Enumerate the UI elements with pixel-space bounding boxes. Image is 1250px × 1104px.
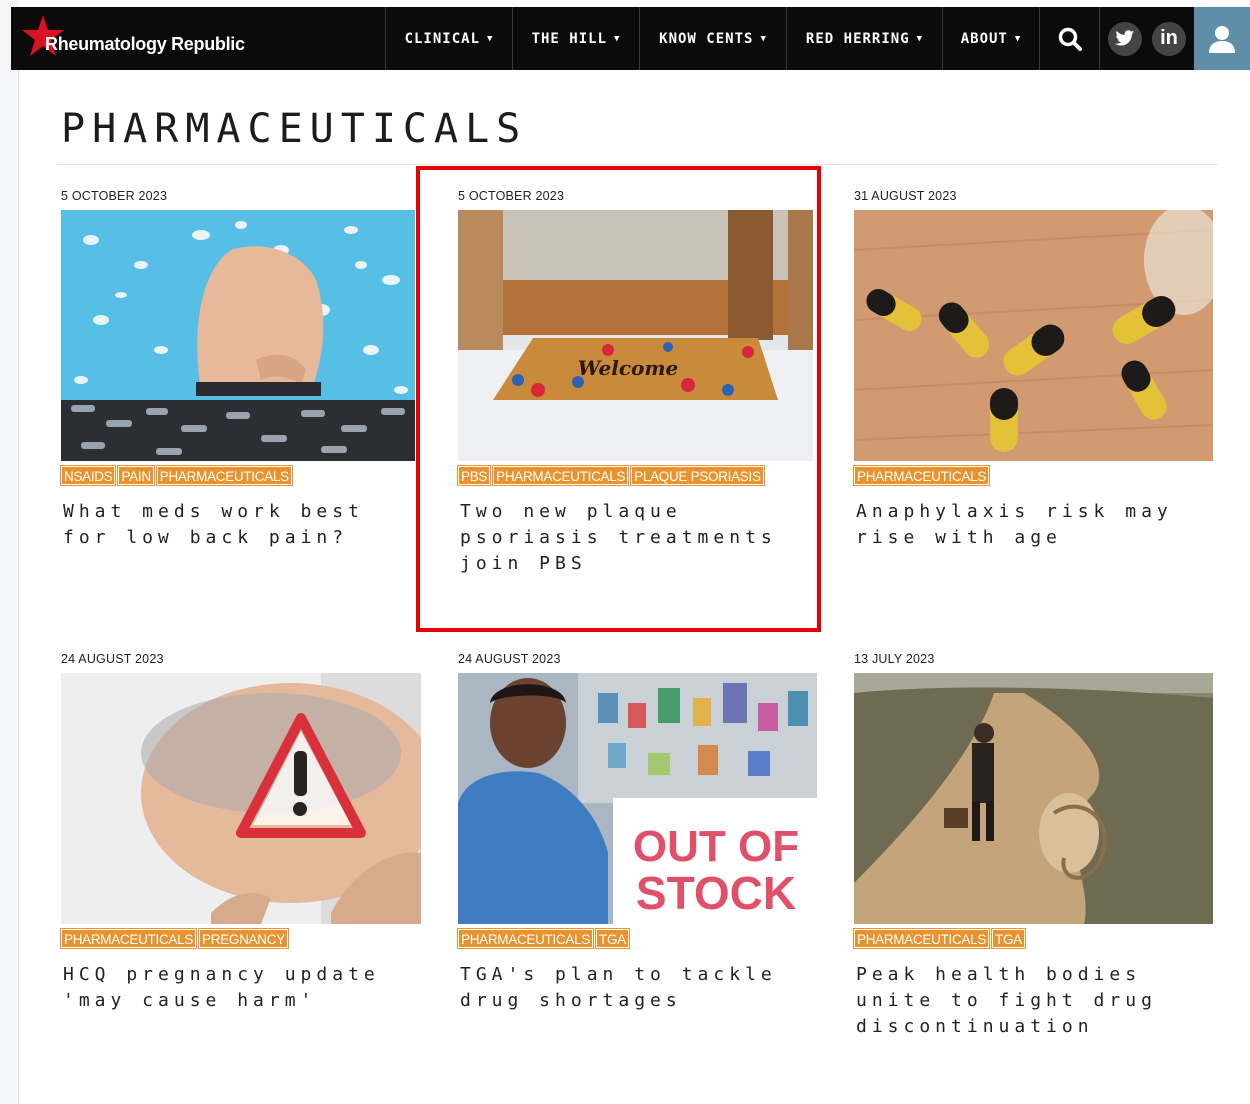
welcome-text: Welcome	[578, 356, 679, 380]
search-icon	[1058, 27, 1082, 51]
article-date: 31 AUGUST 2023	[854, 189, 957, 203]
nav-label: KNOW CENTS	[659, 30, 754, 47]
nav-item-know-cents[interactable]: KNOW CENTS ▼	[639, 7, 786, 70]
article-card: 13 JULY 2023 PHARMACEUTICALS TGA Peak he…	[852, 651, 1214, 1040]
article-thumbnail[interactable]: Welcome	[458, 210, 813, 461]
pregnancy-warning-image	[61, 673, 421, 924]
nav-label: ABOUT	[960, 30, 1008, 47]
article-card: 24 AUGUST 2023 OUT OF STOCK PHARMACEUTIC…	[456, 651, 818, 1014]
article-headline[interactable]: Anaphylaxis risk may rise with age	[856, 499, 1211, 551]
tag-link[interactable]: PLAQUE PSORIASIS	[630, 465, 765, 486]
user-icon	[1209, 25, 1235, 53]
article-headline[interactable]: HCQ pregnancy update 'may cause harm'	[63, 962, 418, 1014]
article-headline[interactable]: Two new plaque psoriasis treatments join…	[460, 499, 815, 577]
nav-label: RED HERRING	[805, 30, 910, 47]
search-button[interactable]	[1039, 7, 1099, 70]
tag-link[interactable]: PHARMACEUTICALS	[59, 928, 198, 949]
tag-link[interactable]: TGA	[991, 928, 1026, 949]
road-scroll-image	[854, 673, 1213, 924]
article-card: 5 OCTOBER 2023 NSAIDS PAIN PHARMACEUTICA…	[59, 188, 421, 551]
article-thumbnail[interactable]	[61, 210, 415, 461]
out-of-stock-line2: STOCK	[636, 867, 796, 919]
tag-link[interactable]: PAIN	[117, 465, 155, 486]
article-thumbnail[interactable]	[854, 673, 1213, 924]
article-date: 24 AUGUST 2023	[458, 652, 561, 666]
linkedin-link[interactable]: in	[1152, 21, 1186, 56]
caret-down-icon: ▼	[614, 33, 621, 44]
twitter-link[interactable]	[1108, 21, 1142, 56]
caret-down-icon: ▼	[487, 33, 494, 44]
nav-item-clinical[interactable]: CLINICAL ▼	[385, 7, 512, 70]
out-of-stock-image: OUT OF STOCK	[458, 673, 817, 924]
article-headline[interactable]: What meds work best for low back pain?	[63, 499, 418, 551]
article-card: 5 OCTOBER 2023 Welcome PBS PHARMACEUTICA…	[456, 188, 818, 577]
article-thumbnail[interactable]	[854, 210, 1213, 461]
nav-item-red-herring[interactable]: RED HERRING ▼	[786, 7, 942, 70]
left-rail	[0, 0, 19, 1104]
welcome-mat-image: Welcome	[458, 210, 813, 461]
main-menu: CLINICAL ▼ THE HILL ▼ KNOW CENTS ▼ RED HERR…	[385, 7, 1039, 70]
nav-item-the-hill[interactable]: THE HILL ▼	[512, 7, 639, 70]
tag-link[interactable]: PHARMACEUTICALS	[492, 465, 630, 486]
tag-list: PHARMACEUTICALS TGA	[456, 928, 818, 949]
article-card: 31 AUGUST 2023 PHARMACEUTICALS Anaphylax…	[852, 188, 1214, 551]
nav-item-about[interactable]: ABOUT ▼	[942, 7, 1039, 70]
tag-link[interactable]: PREGNANCY	[198, 928, 289, 949]
tag-link[interactable]: NSAIDS	[59, 465, 117, 486]
social-links: in	[1099, 7, 1194, 70]
site-logo[interactable]: Rheumatology Republic	[11, 7, 385, 70]
linkedin-icon: in	[1160, 27, 1178, 49]
tag-link[interactable]: PHARMACEUTICALS	[852, 928, 991, 949]
article-date: 13 JULY 2023	[854, 652, 935, 666]
caret-down-icon: ▼	[916, 33, 924, 44]
article-thumbnail[interactable]	[61, 673, 421, 924]
tag-link[interactable]: PHARMACEUTICALS	[852, 465, 991, 486]
page-title: PHARMACEUTICALS	[61, 106, 528, 152]
tag-list: PHARMACEUTICALS TGA	[852, 928, 1214, 949]
capsules-image	[854, 210, 1213, 461]
article-headline[interactable]: TGA's plan to tackle drug shortages	[460, 962, 815, 1014]
tag-list: PHARMACEUTICALS	[852, 465, 1214, 486]
back-pain-image	[61, 210, 415, 461]
nav-label: THE HILL	[531, 30, 607, 47]
article-headline[interactable]: Peak health bodies unite to fight drug d…	[856, 962, 1211, 1040]
tag-link[interactable]: PHARMACEUTICALS	[155, 465, 293, 486]
twitter-icon	[1115, 30, 1135, 46]
site-name: Rheumatology Republic	[45, 34, 245, 54]
article-date: 24 AUGUST 2023	[61, 652, 164, 666]
article-thumbnail[interactable]: OUT OF STOCK	[458, 673, 817, 924]
article-date: 5 OCTOBER 2023	[458, 189, 565, 203]
caret-down-icon: ▼	[760, 33, 767, 44]
article-card: 24 AUGUST 2023 PHARMACEUTICALS PREGNANCY…	[59, 651, 421, 1014]
user-account-button[interactable]	[1194, 7, 1250, 70]
tag-list: NSAIDS PAIN PHARMACEUTICALS	[59, 465, 421, 486]
tag-list: PBS PHARMACEUTICALS PLAQUE PSORIASIS	[456, 465, 818, 486]
tag-link[interactable]: PBS	[456, 465, 492, 486]
tag-link[interactable]: TGA	[595, 928, 630, 949]
title-divider	[57, 164, 1218, 165]
caret-down-icon: ▼	[1014, 33, 1022, 44]
out-of-stock-line1: OUT OF	[633, 822, 799, 871]
article-date: 5 OCTOBER 2023	[61, 189, 168, 203]
tag-list: PHARMACEUTICALS PREGNANCY	[59, 928, 421, 949]
top-navbar: Rheumatology Republic CLINICAL ▼ THE HILL…	[11, 7, 1250, 70]
nav-label: CLINICAL	[404, 30, 480, 47]
tag-link[interactable]: PHARMACEUTICALS	[456, 928, 595, 949]
